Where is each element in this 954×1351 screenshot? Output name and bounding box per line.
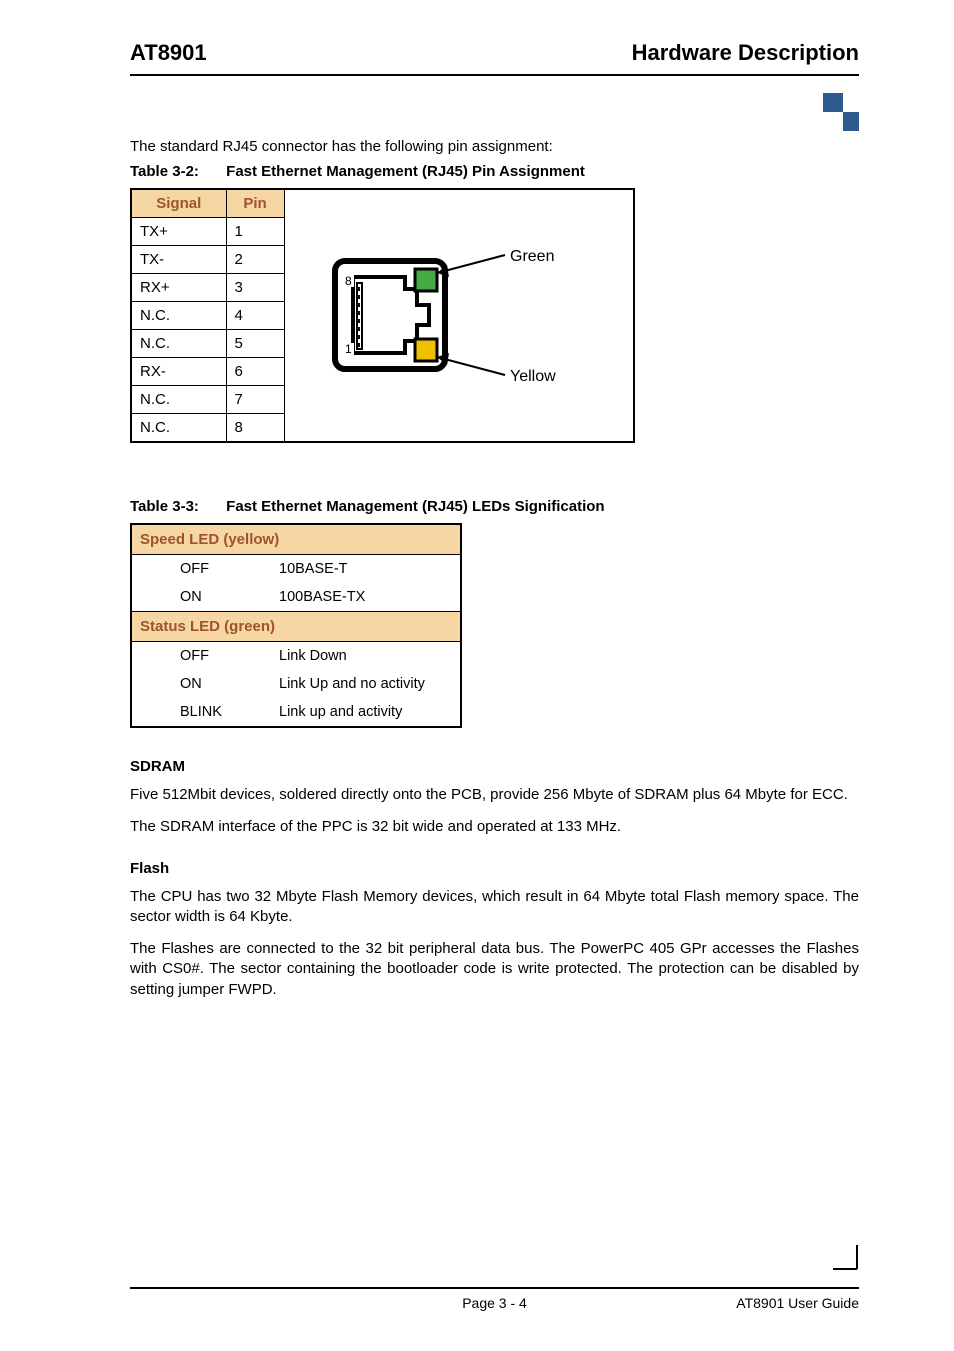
yellow-led-label: Yellow — [510, 368, 556, 385]
sdram-p1: Five 512Mbit devices, soldered directly … — [130, 785, 859, 805]
col-header-signal: Signal — [131, 189, 226, 218]
header-product: AT8901 — [130, 40, 207, 66]
diagram-cell: 8 1 Green Yellow — [284, 218, 634, 443]
green-led-label: Green — [510, 248, 554, 265]
table-row: OFFLink Down — [131, 642, 461, 671]
rj45-connector-icon: 8 1 Green Yellow — [305, 213, 615, 403]
pin-cell: 3 — [226, 274, 284, 302]
state-cell: ON — [131, 583, 271, 612]
led-signification-table: Speed LED (yellow) OFF10BASE-T ON100BASE… — [130, 523, 462, 728]
table-3-2-caption: Table 3-2: Fast Ethernet Management (RJ4… — [130, 163, 859, 180]
intro-paragraph: The standard RJ45 connector has the foll… — [130, 138, 859, 155]
signal-cell: N.C. — [131, 330, 226, 358]
pin-cell: 7 — [226, 386, 284, 414]
meaning-cell: 10BASE-T — [271, 555, 461, 584]
sdram-p2: The SDRAM interface of the PPC is 32 bit… — [130, 817, 859, 837]
flash-p1: The CPU has two 32 Mbyte Flash Memory de… — [130, 887, 859, 928]
signal-cell: RX- — [131, 358, 226, 386]
crop-mark-icon — [833, 1245, 859, 1276]
table-row: TX+ 1 — [131, 218, 634, 246]
pin-cell: 1 — [226, 218, 284, 246]
caption-number: Table 3-2: — [130, 163, 222, 180]
pin-cell: 4 — [226, 302, 284, 330]
table-row: BLINKLink up and activity — [131, 698, 461, 727]
pin-cell: 8 — [226, 414, 284, 443]
meaning-cell: Link up and activity — [271, 698, 461, 727]
status-led-header: Status LED (green) — [131, 612, 461, 642]
page-footer: Page 3 - 4 AT8901 User Guide — [130, 1287, 859, 1311]
meaning-cell: Link Up and no activity — [271, 670, 461, 698]
header-title: Hardware Description — [632, 40, 859, 66]
caption-number: Table 3-3: — [130, 498, 222, 515]
footer-page-number: Page 3 - 4 — [462, 1295, 527, 1311]
signal-cell: TX- — [131, 246, 226, 274]
signal-cell: N.C. — [131, 414, 226, 443]
table-row: ON100BASE-TX — [131, 583, 461, 612]
state-cell: ON — [131, 670, 271, 698]
state-cell: OFF — [131, 555, 271, 584]
speed-led-header: Speed LED (yellow) — [131, 524, 461, 555]
col-header-pin: Pin — [226, 189, 284, 218]
pin-cell: 2 — [226, 246, 284, 274]
pin-8-label: 8 — [345, 274, 352, 288]
pin-cell: 6 — [226, 358, 284, 386]
page-header: AT8901 Hardware Description — [130, 40, 859, 76]
table-row: OFF10BASE-T — [131, 555, 461, 584]
state-cell: OFF — [131, 642, 271, 671]
pin-1-label: 1 — [345, 342, 352, 356]
pin-assignment-table: Signal Pin TX+ 1 — [130, 188, 635, 443]
caption-text: Fast Ethernet Management (RJ45) LEDs Sig… — [226, 498, 604, 515]
table-row: ONLink Up and no activity — [131, 670, 461, 698]
caption-text: Fast Ethernet Management (RJ45) Pin Assi… — [226, 163, 585, 180]
table-3-3-caption: Table 3-3: Fast Ethernet Management (RJ4… — [130, 498, 859, 515]
signal-cell: N.C. — [131, 386, 226, 414]
signal-cell: TX+ — [131, 218, 226, 246]
signal-cell: N.C. — [131, 302, 226, 330]
flash-heading: Flash — [130, 860, 859, 877]
meaning-cell: Link Down — [271, 642, 461, 671]
sdram-heading: SDRAM — [130, 758, 859, 775]
footer-guide-name: AT8901 User Guide — [736, 1295, 859, 1311]
pin-cell: 5 — [226, 330, 284, 358]
signal-cell: RX+ — [131, 274, 226, 302]
flash-p2: The Flashes are connected to the 32 bit … — [130, 939, 859, 1000]
meaning-cell: 100BASE-TX — [271, 583, 461, 612]
state-cell: BLINK — [131, 698, 271, 727]
corner-logo-icon — [811, 93, 859, 131]
